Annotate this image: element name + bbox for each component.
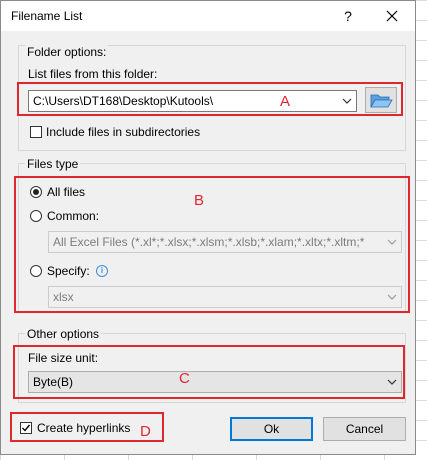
- annotation-box-c: [13, 345, 405, 399]
- ok-button[interactable]: Ok: [230, 417, 313, 441]
- include-subdirectories-label: Include files in subdirectories: [46, 125, 201, 139]
- close-icon: [386, 10, 398, 22]
- cancel-button[interactable]: Cancel: [323, 417, 406, 441]
- close-button[interactable]: [379, 3, 405, 29]
- include-subdirectories-checkbox[interactable]: [30, 126, 42, 138]
- annotation-label-d: D: [140, 423, 151, 440]
- dialog-title: Filename List: [11, 9, 83, 23]
- list-files-label: List files from this folder:: [28, 67, 158, 81]
- folder-options-label: Folder options:: [25, 45, 109, 59]
- help-button[interactable]: ?: [337, 5, 359, 27]
- annotation-label-c: C: [179, 370, 190, 387]
- annotation-box-b: [14, 176, 410, 313]
- annotation-label-b: B: [194, 192, 205, 209]
- files-type-label: Files type: [25, 157, 81, 171]
- annotation-label-a: A: [280, 93, 291, 110]
- other-options-label: Other options: [25, 327, 102, 341]
- annotation-box-a: [17, 82, 403, 116]
- title-bar: Filename List ?: [1, 1, 415, 31]
